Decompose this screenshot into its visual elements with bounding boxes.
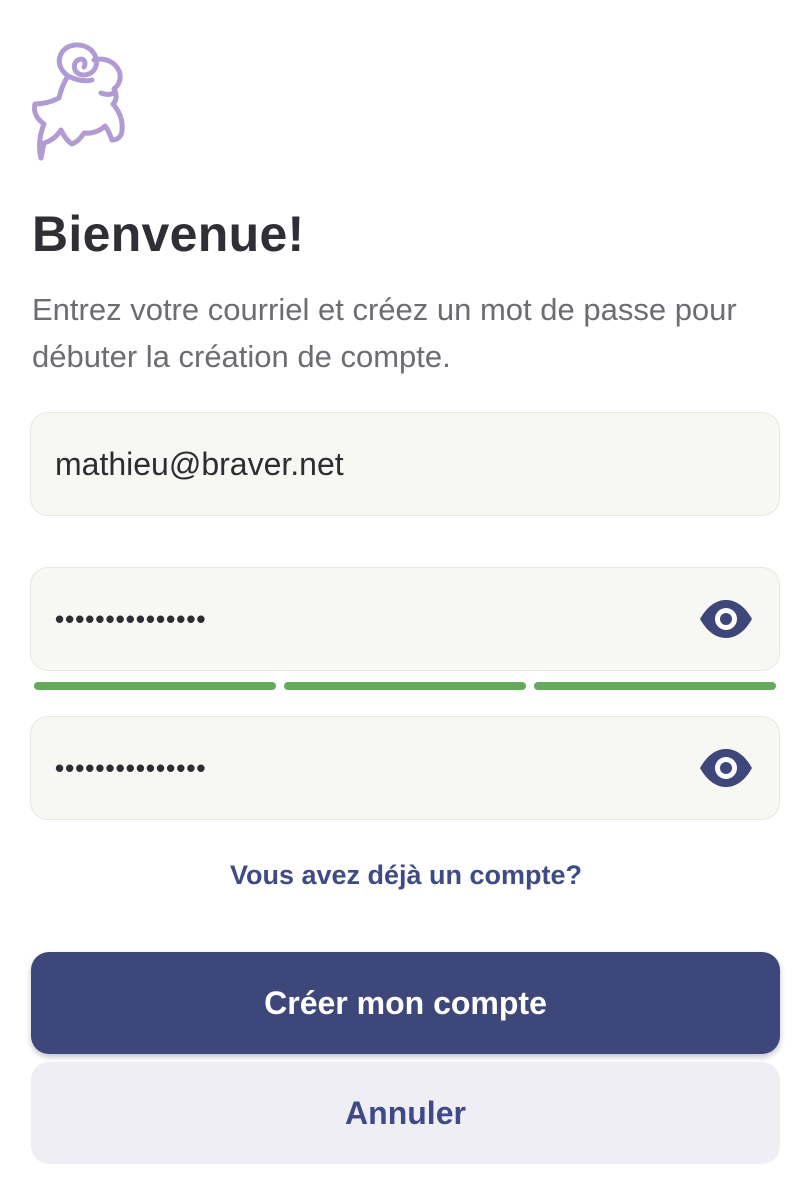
strength-segment xyxy=(34,682,276,690)
eye-icon[interactable] xyxy=(699,749,753,787)
email-field[interactable] xyxy=(30,412,780,516)
eye-icon[interactable] xyxy=(699,600,753,638)
email-input[interactable] xyxy=(55,413,695,515)
confirm-password-field[interactable] xyxy=(30,716,780,820)
create-account-button[interactable]: Créer mon compte xyxy=(31,952,780,1054)
password-strength-meter xyxy=(34,682,776,690)
password-field[interactable] xyxy=(30,567,780,671)
strength-segment xyxy=(284,682,526,690)
existing-account-link[interactable]: Vous avez déjà un compte? xyxy=(0,852,812,898)
strength-segment xyxy=(534,682,776,690)
cancel-button[interactable]: Annuler xyxy=(31,1062,780,1164)
page-title: Bienvenue! xyxy=(32,206,305,262)
page-subtitle: Entrez votre courriel et créez un mot de… xyxy=(32,292,737,374)
password-input[interactable] xyxy=(55,568,695,670)
confirm-password-input[interactable] xyxy=(55,717,695,819)
ram-logo-icon xyxy=(26,40,130,174)
